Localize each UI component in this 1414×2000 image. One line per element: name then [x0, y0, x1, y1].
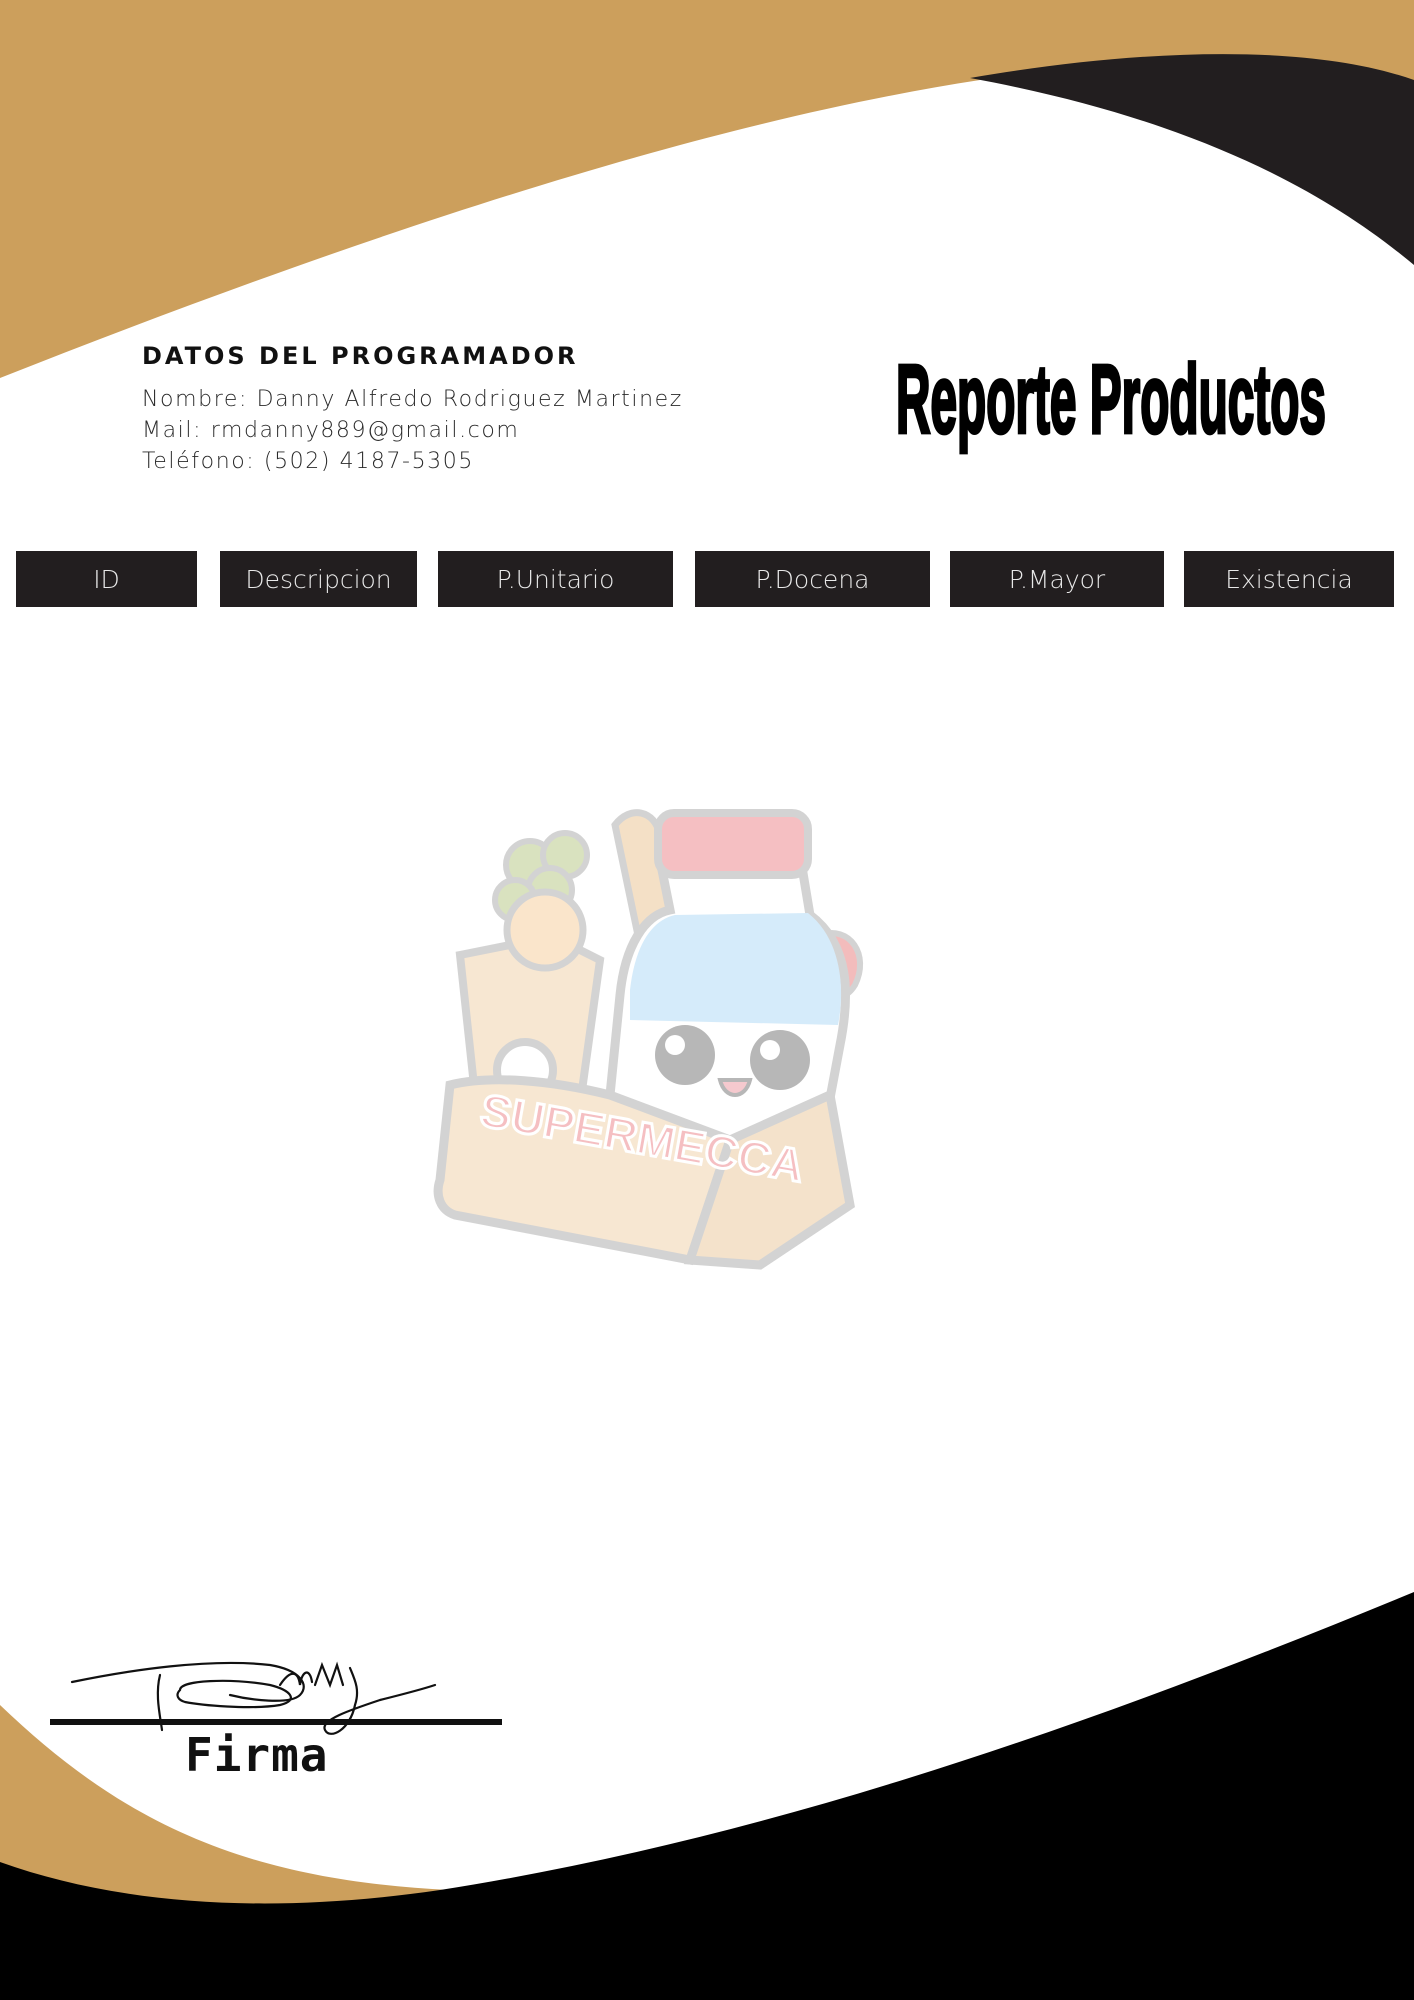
grocery-bag-mascot-icon: SUPERMECCA: [433, 809, 863, 1270]
signature-label: Firma: [185, 1728, 329, 1782]
products-table-header: ID Descripcion P.Unitario P.Docena P.May…: [0, 551, 1414, 607]
column-header-id[interactable]: ID: [16, 551, 197, 607]
column-header-descripcion[interactable]: Descripcion: [220, 551, 417, 607]
column-header-p-mayor[interactable]: P.Mayor: [950, 551, 1164, 607]
developer-info: DATOS DEL PROGRAMADOR Nombre: Danny Alfr…: [142, 342, 762, 477]
column-header-existencia[interactable]: Existencia: [1184, 551, 1394, 607]
developer-phone: Teléfono: (502) 4187-5305: [142, 449, 474, 474]
developer-mail: Mail: rmdanny889@gmail.com: [142, 418, 520, 443]
developer-name: Nombre: Danny Alfredo Rodriguez Martinez: [142, 387, 683, 412]
developer-heading: DATOS DEL PROGRAMADOR: [142, 342, 579, 370]
column-header-p-unitario[interactable]: P.Unitario: [438, 551, 673, 607]
column-header-p-docena[interactable]: P.Docena: [695, 551, 930, 607]
top-black-swoosh: [970, 54, 1414, 265]
report-title: Reporte Productos: [894, 342, 1327, 455]
report-title-text: Reporte Productos: [896, 344, 1326, 453]
